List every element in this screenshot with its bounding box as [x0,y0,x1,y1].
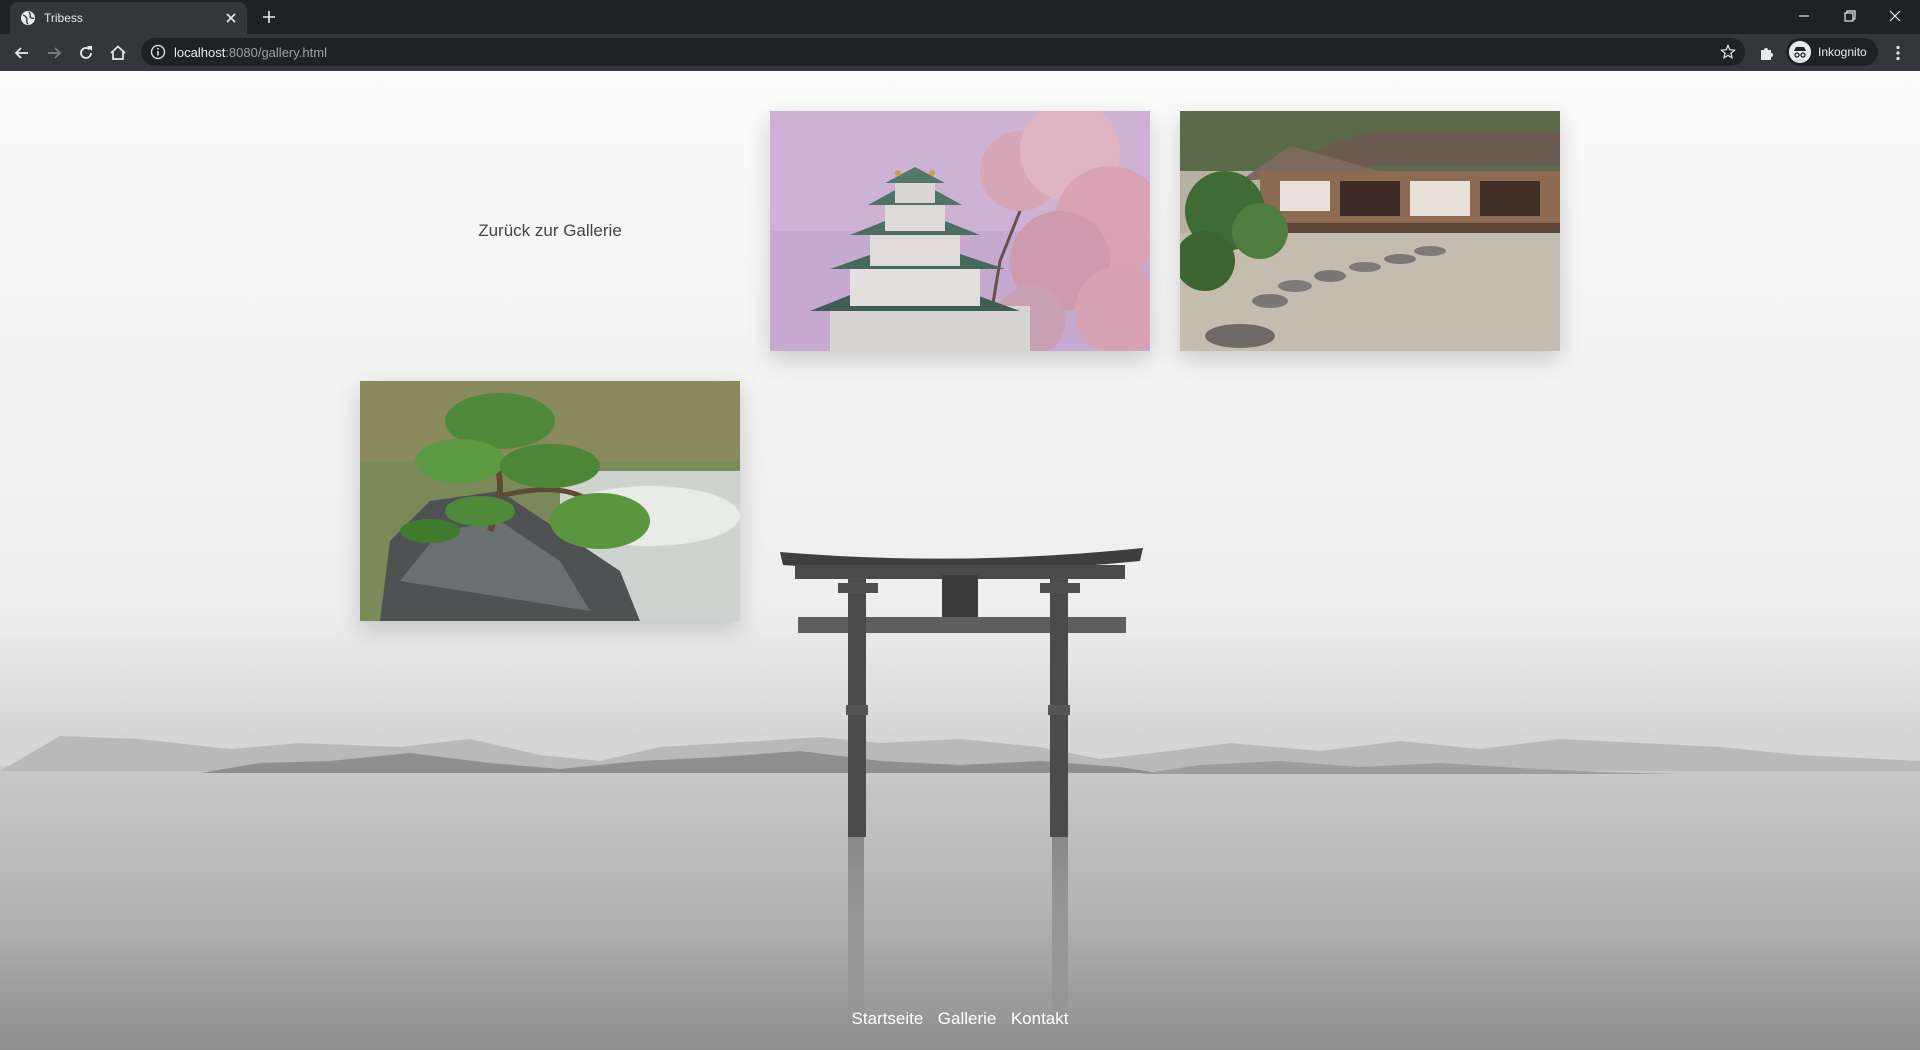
new-tab-icon[interactable] [260,8,278,26]
footer-link-gallerie[interactable]: Gallerie [938,1009,997,1029]
home-icon[interactable] [108,43,128,63]
incognito-icon [1789,41,1811,63]
address-bar[interactable]: localhost:8080/gallery.html [141,38,1745,66]
back-arrow-icon[interactable] [12,43,32,63]
castle-cherry-blossom-photo [770,111,1150,351]
browser-tab-active[interactable]: Tribess [10,2,247,34]
page-viewport: Zurück zur Gallerie Startseite Gallerie … [0,71,1920,1050]
forward-arrow-icon[interactable] [44,43,64,63]
browser-toolbar: localhost:8080/gallery.html Inkognito [0,34,1920,71]
more-menu-icon[interactable] [1888,43,1908,63]
window-close-icon[interactable] [1885,6,1905,26]
footer-link-kontakt[interactable]: Kontakt [1011,1009,1069,1029]
url-text: localhost:8080/gallery.html [174,45,327,60]
incognito-label: Inkognito [1818,45,1867,59]
back-to-gallery-link[interactable]: Zurück zur Gallerie [360,221,740,241]
bonsai-tree-photo [360,381,740,621]
gallery-image-bonsai[interactable] [360,381,740,621]
incognito-profile-button[interactable]: Inkognito [1786,38,1878,66]
footer-navigation: Startseite Gallerie Kontakt [0,1009,1920,1029]
url-path: :8080/gallery.html [225,45,327,60]
gallery-image-zen-garden[interactable] [1180,111,1560,351]
footer-link-startseite[interactable]: Startseite [852,1009,924,1029]
reload-icon[interactable] [76,43,96,63]
browser-tabstrip: Tribess [0,0,1920,34]
globe-icon [21,11,35,25]
bookmark-star-icon[interactable] [1720,44,1736,60]
restore-icon[interactable] [1840,6,1860,26]
zen-garden-house-photo [1180,111,1560,351]
minimize-icon[interactable] [1794,6,1814,26]
extensions-puzzle-icon[interactable] [1757,43,1777,63]
info-icon[interactable] [150,44,166,60]
close-icon[interactable] [223,10,239,26]
tab-title: Tribess [44,11,83,25]
url-host: localhost [174,45,226,60]
gallery-image-castle[interactable] [770,111,1150,351]
